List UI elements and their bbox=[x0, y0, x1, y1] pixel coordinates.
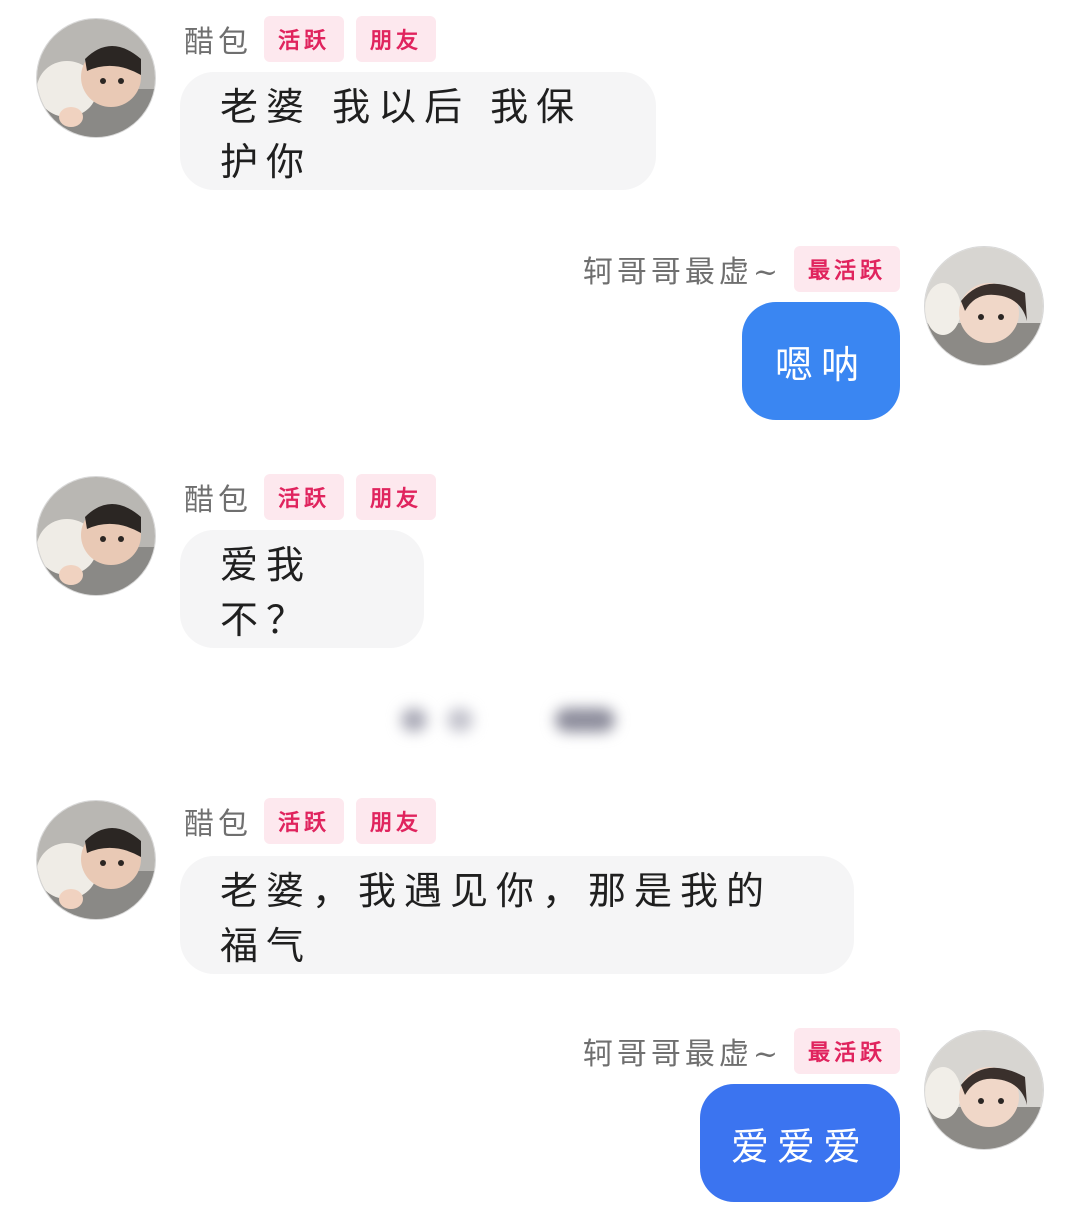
badge-most-active: 最活跃 bbox=[793, 1028, 900, 1074]
message-bubble-own[interactable]: 爱爱爱 bbox=[700, 1084, 900, 1202]
girl-photo-avatar-icon bbox=[925, 247, 1043, 365]
sender-name-row: 醋包 活跃 朋友 bbox=[184, 474, 437, 520]
badge-active: 活跃 bbox=[264, 474, 345, 520]
own-avatar[interactable] bbox=[924, 1030, 1044, 1150]
own-avatar[interactable] bbox=[924, 246, 1044, 366]
badge-friend: 朋友 bbox=[356, 474, 437, 520]
sender-name: 轲哥哥最虚~ bbox=[582, 1037, 782, 1072]
sender-name: 醋包 bbox=[184, 483, 252, 518]
sender-name: 轲哥哥最虚~ bbox=[582, 255, 782, 290]
girl-photo-avatar-icon bbox=[925, 1031, 1043, 1149]
message-bubble[interactable]: 爱我不？ bbox=[180, 530, 424, 648]
message-bubble[interactable]: 老婆 我以后 我保护你 bbox=[180, 72, 656, 190]
sender-name-row: 醋包 活跃 朋友 bbox=[184, 798, 437, 844]
sender-avatar[interactable] bbox=[36, 476, 156, 596]
blurred-system-notice bbox=[395, 696, 625, 746]
sender-name-row: 轲哥哥最虚~ 最活跃 bbox=[583, 1028, 900, 1074]
sender-name: 醋包 bbox=[184, 25, 252, 60]
message-text: 爱爱爱 bbox=[730, 1124, 869, 1169]
sender-avatar[interactable] bbox=[36, 18, 156, 138]
sender-avatar[interactable] bbox=[36, 800, 156, 920]
message-bubble-own[interactable]: 嗯呐 bbox=[742, 302, 900, 420]
badge-friend: 朋友 bbox=[356, 16, 437, 62]
message-bubble[interactable]: 老婆，我遇见你，那是我的福气 bbox=[180, 856, 854, 974]
badge-friend: 朋友 bbox=[356, 798, 437, 844]
message-text: 爱我不？ bbox=[220, 543, 313, 642]
badge-active: 活跃 bbox=[264, 16, 345, 62]
badge-most-active: 最活跃 bbox=[793, 246, 900, 292]
baby-photo-avatar-icon bbox=[37, 477, 155, 595]
message-text: 老婆 我以后 我保护你 bbox=[220, 85, 583, 184]
message-text: 嗯呐 bbox=[774, 342, 867, 387]
sender-name-row: 醋包 活跃 朋友 bbox=[184, 16, 437, 62]
sender-name: 醋包 bbox=[184, 807, 252, 842]
message-text: 老婆，我遇见你，那是我的福气 bbox=[220, 869, 773, 968]
badge-active: 活跃 bbox=[264, 798, 345, 844]
baby-photo-avatar-icon bbox=[37, 19, 155, 137]
baby-photo-avatar-icon bbox=[37, 801, 155, 919]
sender-name-row: 轲哥哥最虚~ 最活跃 bbox=[583, 246, 900, 292]
